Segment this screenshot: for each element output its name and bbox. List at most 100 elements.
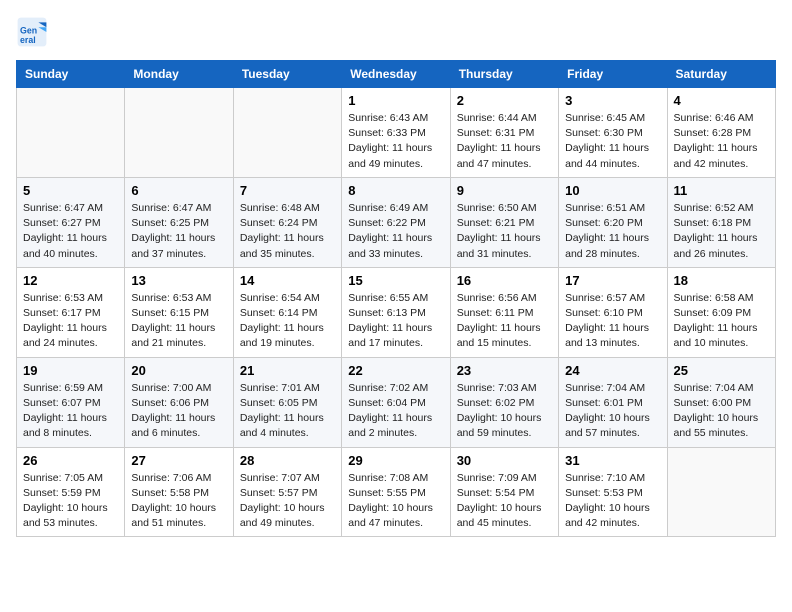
calendar-cell: 29 Sunrise: 7:08 AM Sunset: 5:55 PM Dayli…	[342, 447, 450, 537]
day-number: 25	[674, 363, 769, 378]
calendar-header: SundayMondayTuesdayWednesdayThursdayFrid…	[17, 61, 776, 88]
calendar-cell: 31 Sunrise: 7:10 AM Sunset: 5:53 PM Dayli…	[559, 447, 667, 537]
day-info: Sunrise: 7:10 AM Sunset: 5:53 PM Dayligh…	[565, 471, 660, 532]
calendar-cell: 1 Sunrise: 6:43 AM Sunset: 6:33 PM Daylig…	[342, 88, 450, 178]
day-number: 26	[23, 453, 118, 468]
day-info: Sunrise: 6:45 AM Sunset: 6:30 PM Dayligh…	[565, 111, 660, 172]
calendar-cell: 21 Sunrise: 7:01 AM Sunset: 6:05 PM Dayli…	[233, 357, 341, 447]
day-number: 14	[240, 273, 335, 288]
day-info: Sunrise: 6:48 AM Sunset: 6:24 PM Dayligh…	[240, 201, 335, 262]
day-number: 4	[674, 93, 769, 108]
day-number: 8	[348, 183, 443, 198]
day-info: Sunrise: 6:43 AM Sunset: 6:33 PM Dayligh…	[348, 111, 443, 172]
day-info: Sunrise: 7:00 AM Sunset: 6:06 PM Dayligh…	[131, 381, 226, 442]
day-info: Sunrise: 6:58 AM Sunset: 6:09 PM Dayligh…	[674, 291, 769, 352]
header-day-tuesday: Tuesday	[233, 61, 341, 88]
day-number: 15	[348, 273, 443, 288]
calendar-cell: 5 Sunrise: 6:47 AM Sunset: 6:27 PM Daylig…	[17, 177, 125, 267]
day-info: Sunrise: 6:59 AM Sunset: 6:07 PM Dayligh…	[23, 381, 118, 442]
calendar-cell: 6 Sunrise: 6:47 AM Sunset: 6:25 PM Daylig…	[125, 177, 233, 267]
calendar-cell: 2 Sunrise: 6:44 AM Sunset: 6:31 PM Daylig…	[450, 88, 558, 178]
calendar-cell: 24 Sunrise: 7:04 AM Sunset: 6:01 PM Dayli…	[559, 357, 667, 447]
calendar-cell: 26 Sunrise: 7:05 AM Sunset: 5:59 PM Dayli…	[17, 447, 125, 537]
day-number: 2	[457, 93, 552, 108]
calendar-cell: 8 Sunrise: 6:49 AM Sunset: 6:22 PM Daylig…	[342, 177, 450, 267]
day-info: Sunrise: 6:47 AM Sunset: 6:25 PM Dayligh…	[131, 201, 226, 262]
page-header: Gen eral	[16, 16, 776, 48]
calendar-cell: 12Sunrise: 6:53 AM Sunset: 6:17 PM Dayli…	[17, 267, 125, 357]
calendar-cell: 20 Sunrise: 7:00 AM Sunset: 6:06 PM Dayli…	[125, 357, 233, 447]
day-number: 28	[240, 453, 335, 468]
day-info: Sunrise: 6:49 AM Sunset: 6:22 PM Dayligh…	[348, 201, 443, 262]
day-number: 17	[565, 273, 660, 288]
day-info: Sunrise: 6:54 AM Sunset: 6:14 PM Dayligh…	[240, 291, 335, 352]
calendar-cell: 28Sunrise: 7:07 AM Sunset: 5:57 PM Dayli…	[233, 447, 341, 537]
day-info: Sunrise: 7:04 AM Sunset: 6:01 PM Dayligh…	[565, 381, 660, 442]
day-info: Sunrise: 7:04 AM Sunset: 6:00 PM Dayligh…	[674, 381, 769, 442]
day-info: Sunrise: 6:52 AM Sunset: 6:18 PM Dayligh…	[674, 201, 769, 262]
day-number: 24	[565, 363, 660, 378]
day-info: Sunrise: 6:51 AM Sunset: 6:20 PM Dayligh…	[565, 201, 660, 262]
day-number: 21	[240, 363, 335, 378]
header-day-monday: Monday	[125, 61, 233, 88]
day-info: Sunrise: 6:47 AM Sunset: 6:27 PM Dayligh…	[23, 201, 118, 262]
day-number: 11	[674, 183, 769, 198]
day-info: Sunrise: 7:06 AM Sunset: 5:58 PM Dayligh…	[131, 471, 226, 532]
day-number: 5	[23, 183, 118, 198]
header-day-thursday: Thursday	[450, 61, 558, 88]
day-info: Sunrise: 6:55 AM Sunset: 6:13 PM Dayligh…	[348, 291, 443, 352]
day-info: Sunrise: 6:46 AM Sunset: 6:28 PM Dayligh…	[674, 111, 769, 172]
day-info: Sunrise: 6:56 AM Sunset: 6:11 PM Dayligh…	[457, 291, 552, 352]
day-number: 6	[131, 183, 226, 198]
calendar-cell: 9 Sunrise: 6:50 AM Sunset: 6:21 PM Daylig…	[450, 177, 558, 267]
day-info: Sunrise: 6:44 AM Sunset: 6:31 PM Dayligh…	[457, 111, 552, 172]
day-info: Sunrise: 6:53 AM Sunset: 6:15 PM Dayligh…	[131, 291, 226, 352]
day-info: Sunrise: 7:09 AM Sunset: 5:54 PM Dayligh…	[457, 471, 552, 532]
header-day-wednesday: Wednesday	[342, 61, 450, 88]
svg-text:eral: eral	[20, 35, 36, 45]
day-info: Sunrise: 7:05 AM Sunset: 5:59 PM Dayligh…	[23, 471, 118, 532]
calendar-cell: 19 Sunrise: 6:59 AM Sunset: 6:07 PM Dayli…	[17, 357, 125, 447]
calendar-cell: 18 Sunrise: 6:58 AM Sunset: 6:09 PM Dayli…	[667, 267, 775, 357]
calendar-cell: 14 Sunrise: 6:54 AM Sunset: 6:14 PM Dayli…	[233, 267, 341, 357]
day-info: Sunrise: 7:02 AM Sunset: 6:04 PM Dayligh…	[348, 381, 443, 442]
day-number: 18	[674, 273, 769, 288]
calendar-cell: 22 Sunrise: 7:02 AM Sunset: 6:04 PM Dayli…	[342, 357, 450, 447]
day-info: Sunrise: 7:01 AM Sunset: 6:05 PM Dayligh…	[240, 381, 335, 442]
day-number: 1	[348, 93, 443, 108]
header-day-saturday: Saturday	[667, 61, 775, 88]
day-number: 31	[565, 453, 660, 468]
calendar-cell: 16Sunrise: 6:56 AM Sunset: 6:11 PM Dayli…	[450, 267, 558, 357]
calendar-cell: 30 Sunrise: 7:09 AM Sunset: 5:54 PM Dayli…	[450, 447, 558, 537]
calendar-cell: 10 Sunrise: 6:51 AM Sunset: 6:20 PM Dayli…	[559, 177, 667, 267]
day-number: 30	[457, 453, 552, 468]
calendar-table: SundayMondayTuesdayWednesdayThursdayFrid…	[16, 60, 776, 537]
calendar-cell	[667, 447, 775, 537]
day-number: 27	[131, 453, 226, 468]
day-info: Sunrise: 6:50 AM Sunset: 6:21 PM Dayligh…	[457, 201, 552, 262]
calendar-cell: 25 Sunrise: 7:04 AM Sunset: 6:00 PM Dayli…	[667, 357, 775, 447]
logo: Gen eral	[16, 16, 50, 48]
calendar-cell: 4 Sunrise: 6:46 AM Sunset: 6:28 PM Daylig…	[667, 88, 775, 178]
day-info: Sunrise: 6:57 AM Sunset: 6:10 PM Dayligh…	[565, 291, 660, 352]
header-day-friday: Friday	[559, 61, 667, 88]
day-number: 13	[131, 273, 226, 288]
calendar-cell: 7 Sunrise: 6:48 AM Sunset: 6:24 PM Daylig…	[233, 177, 341, 267]
calendar-cell: 11 Sunrise: 6:52 AM Sunset: 6:18 PM Dayli…	[667, 177, 775, 267]
calendar-cell: 17 Sunrise: 6:57 AM Sunset: 6:10 PM Dayli…	[559, 267, 667, 357]
logo-icon: Gen eral	[16, 16, 48, 48]
day-info: Sunrise: 7:08 AM Sunset: 5:55 PM Dayligh…	[348, 471, 443, 532]
svg-text:Gen: Gen	[20, 26, 37, 36]
day-number: 9	[457, 183, 552, 198]
calendar-cell: 13 Sunrise: 6:53 AM Sunset: 6:15 PM Dayli…	[125, 267, 233, 357]
calendar-cell: 3Sunrise: 6:45 AM Sunset: 6:30 PM Daylig…	[559, 88, 667, 178]
calendar-cell: 27 Sunrise: 7:06 AM Sunset: 5:58 PM Dayli…	[125, 447, 233, 537]
calendar-cell	[233, 88, 341, 178]
day-number: 29	[348, 453, 443, 468]
day-number: 19	[23, 363, 118, 378]
day-number: 12	[23, 273, 118, 288]
day-number: 20	[131, 363, 226, 378]
day-number: 10	[565, 183, 660, 198]
day-number: 22	[348, 363, 443, 378]
day-number: 7	[240, 183, 335, 198]
